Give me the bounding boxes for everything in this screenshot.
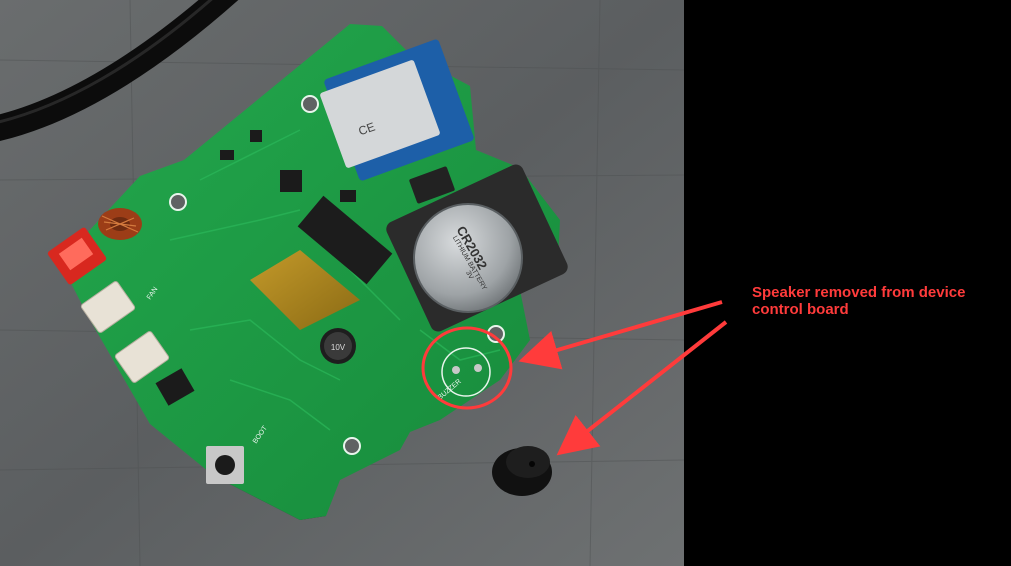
image-stage: CE CR2032 LITHIUM BATTERY 3V FAN 10V BUZ… (0, 0, 1011, 566)
photo-pcb: CE CR2032 LITHIUM BATTERY 3V FAN 10V BUZ… (0, 0, 684, 566)
boot-button (206, 446, 244, 484)
capacitor: 10V (320, 328, 356, 364)
black-panel (684, 0, 1011, 566)
capacitor-label: 10V (331, 343, 346, 352)
annotation-caption: Speaker removed from device control boar… (752, 284, 966, 318)
inductor (98, 208, 142, 240)
